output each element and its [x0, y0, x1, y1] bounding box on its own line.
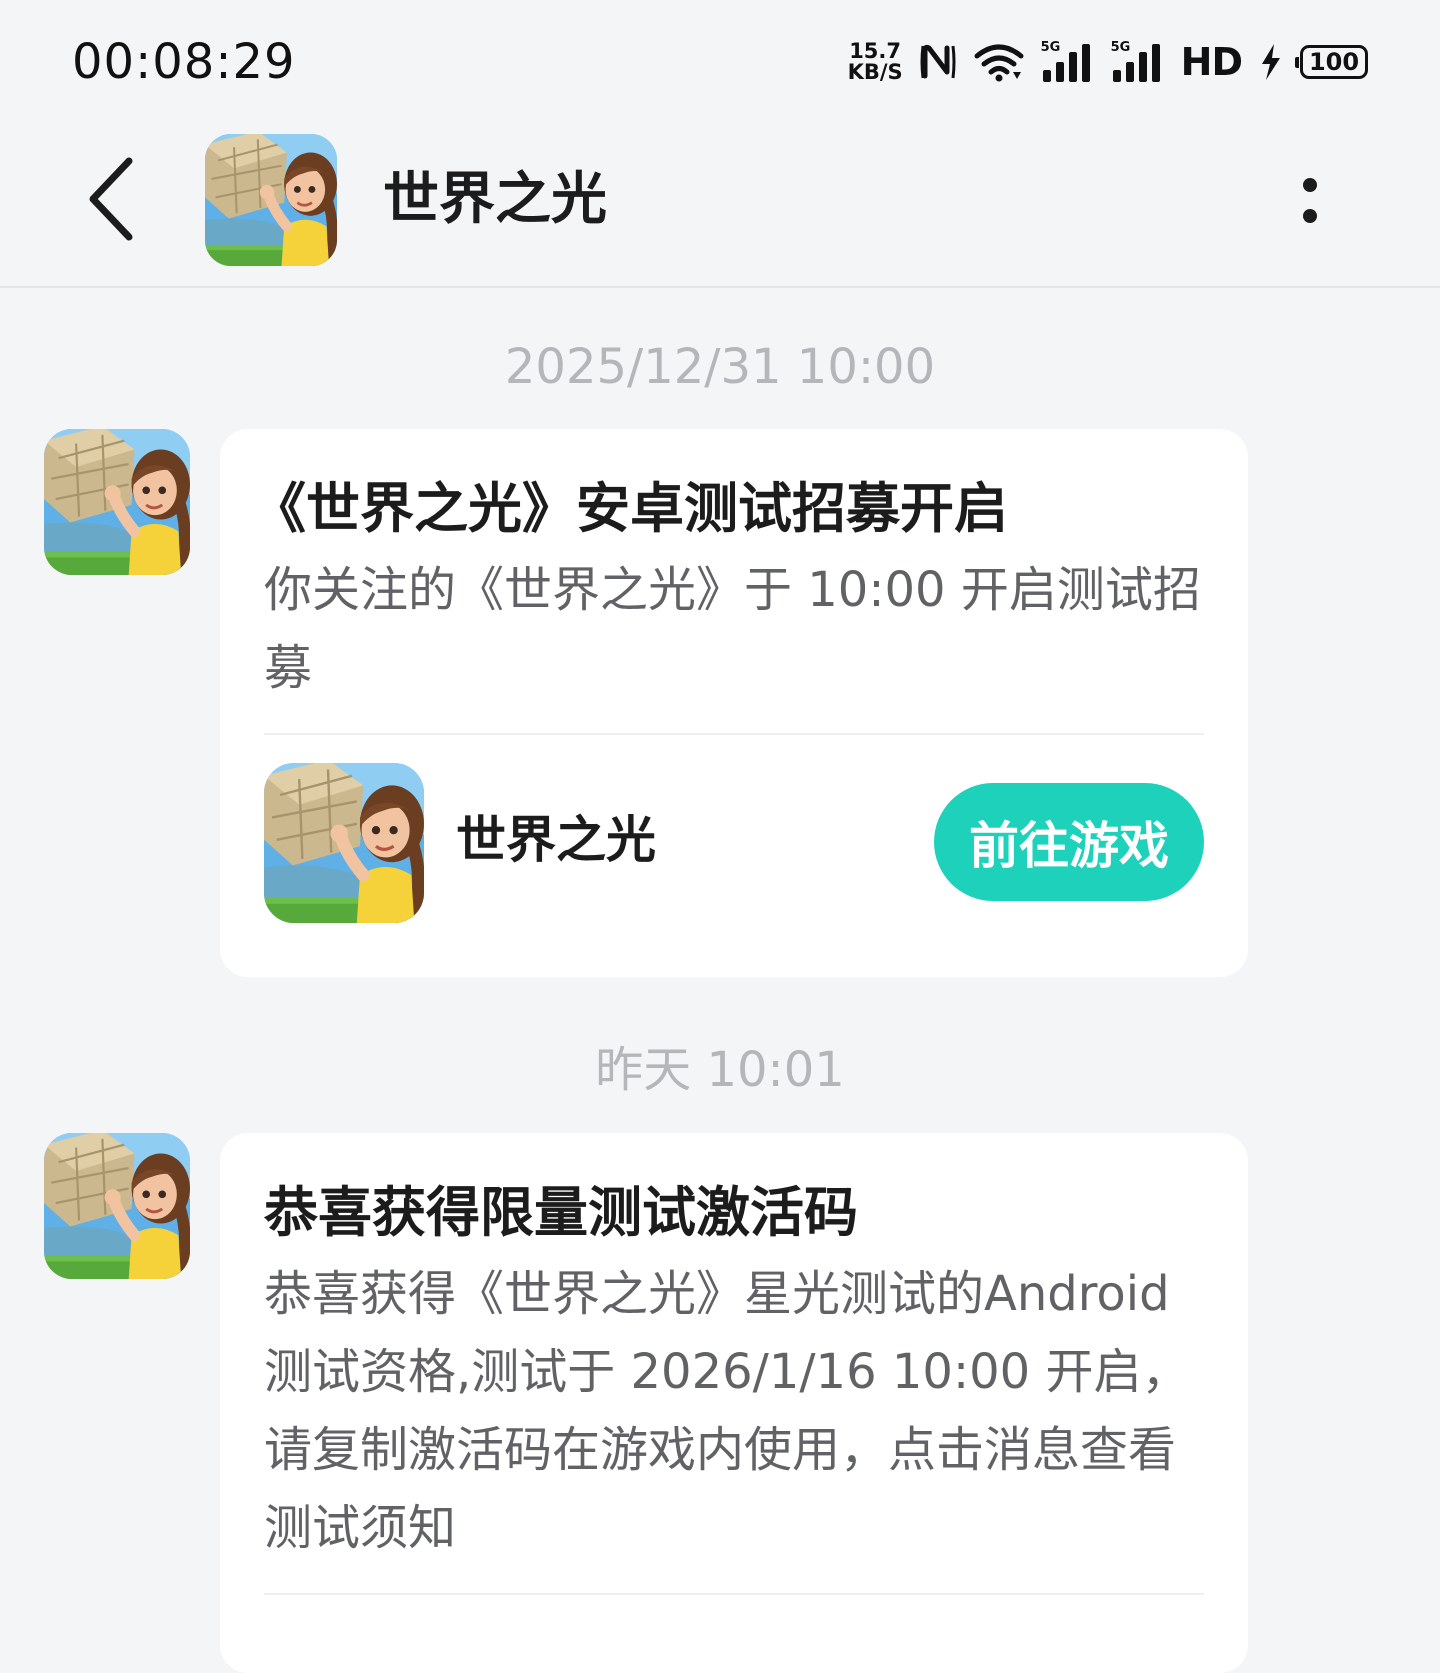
- signal-sim1-icon: 5G: [1040, 40, 1095, 82]
- message-timestamp: 昨天 10:01: [595, 1042, 845, 1098]
- page-title: 世界之光: [383, 167, 607, 232]
- more-options-button[interactable]: [1280, 160, 1340, 240]
- nfc-icon: [919, 42, 957, 82]
- back-button[interactable]: [72, 154, 152, 244]
- more-dot-icon: [1303, 177, 1317, 192]
- message-card[interactable]: 《世界之光》安卓测试招募开启 你关注的《世界之光》于 10:00 开启测试招募 …: [220, 429, 1248, 977]
- sim2-network-label: 5G: [1110, 40, 1131, 55]
- message-body: 你关注的《世界之光》于 10:00 开启测试招募: [264, 562, 1201, 696]
- game-icon[interactable]: [264, 763, 424, 923]
- status-icons: 15.7 KB/S 5G 5G HD 100: [848, 38, 1368, 86]
- sim1-network-label: 5G: [1040, 40, 1061, 55]
- battery-level: 100: [1308, 48, 1360, 76]
- sender-avatar-icon[interactable]: [44, 1133, 190, 1279]
- network-speed: 15.7 KB/S: [848, 41, 903, 83]
- battery-icon: 100: [1295, 45, 1368, 79]
- game-name: 世界之光: [456, 811, 656, 869]
- signal-sim2-icon: 5G: [1110, 40, 1165, 82]
- message-title: 《世界之光》安卓测试招募开启: [252, 477, 1008, 540]
- wifi-icon: [973, 42, 1025, 82]
- game-row: 世界之光 前往游戏: [264, 735, 1204, 957]
- message-card[interactable]: 恭喜获得限量测试激活码 恭喜获得《世界之光》星光测试的Android测试资格,测…: [220, 1133, 1248, 1673]
- status-time: 00:08:29: [72, 34, 296, 90]
- more-dot-icon: [1303, 208, 1317, 223]
- message-timestamp: 2025/12/31 10:00: [504, 339, 936, 395]
- chevron-left-icon: [87, 157, 137, 241]
- divider: [264, 1593, 1204, 1595]
- network-speed-unit: KB/S: [847, 60, 903, 84]
- hd-voice-badge: HD: [1180, 40, 1243, 84]
- sender-avatar-icon[interactable]: [44, 429, 190, 575]
- charging-icon: [1258, 42, 1284, 82]
- message-title: 恭喜获得限量测试激活码: [264, 1181, 858, 1244]
- go-to-game-button[interactable]: 前往游戏: [934, 783, 1204, 901]
- message-body: 恭喜获得《世界之光》星光测试的Android测试资格,测试于 2026/1/16…: [264, 1266, 1190, 1556]
- status-bar: 00:08:29 15.7 KB/S 5G 5G HD 100: [0, 0, 1440, 120]
- game-avatar-icon[interactable]: [205, 134, 337, 266]
- app-header: 世界之光: [0, 120, 1440, 288]
- network-speed-value: 15.7: [849, 39, 902, 63]
